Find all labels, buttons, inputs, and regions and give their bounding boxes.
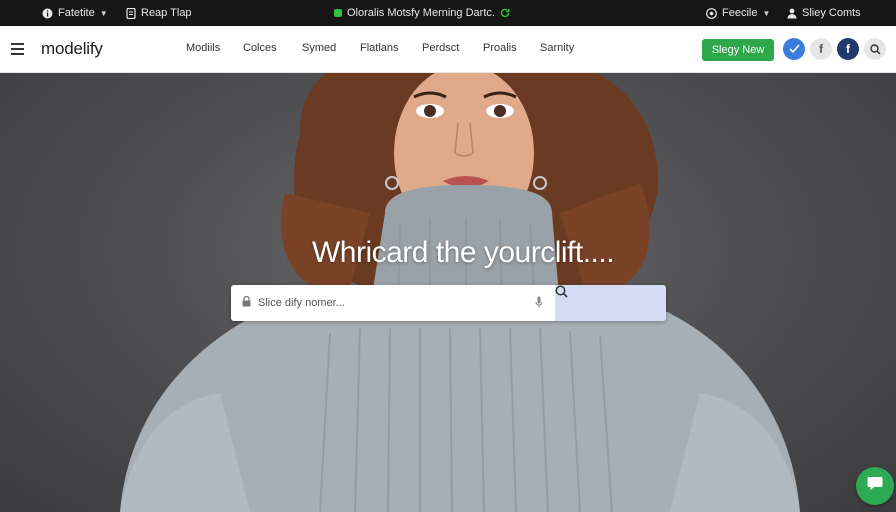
status-dot-icon (334, 9, 342, 17)
topbar-account-link[interactable]: Sliey Comts (787, 0, 861, 26)
twitter-icon[interactable] (783, 38, 805, 60)
document-icon (126, 7, 136, 19)
nav-link-perdsct[interactable]: Perdsct (422, 42, 459, 54)
chat-bubble-icon (867, 476, 883, 496)
topbar-reap-tlap-label: Reap Tlap (141, 7, 192, 19)
topbar-feecile-label: Feecile (722, 7, 758, 19)
nav-link-flatlans[interactable]: Flatlans (360, 42, 399, 54)
search-icon[interactable] (864, 38, 886, 60)
refresh-icon (500, 8, 510, 18)
search-button[interactable] (555, 285, 666, 321)
hero-section: Whricard the yourclift.... (0, 73, 896, 512)
top-utility-bar: Fatetite ▼ Reap Tlap Oloralis Motsfy Mer… (0, 0, 896, 26)
hamburger-menu-icon[interactable] (11, 43, 25, 55)
facebook-icon[interactable]: f (810, 38, 832, 60)
info-icon (42, 8, 53, 19)
globe-icon (706, 7, 717, 19)
nav-link-colces[interactable]: Colces (243, 42, 277, 54)
topbar-reap-tlap-link[interactable]: Reap Tlap (126, 0, 192, 26)
hero-search-bar (231, 285, 666, 321)
brand-logo[interactable]: modelify (41, 39, 103, 59)
hero-title: Whricard the yourclift.... (311, 236, 615, 269)
topbar-announcement-label: Oloralis Motsfy Merning Dartс. (347, 7, 495, 19)
search-input[interactable] (258, 285, 548, 321)
topbar-account-label: Sliey Comts (802, 7, 861, 19)
topbar-fatetite-menu[interactable]: Fatetite ▼ (42, 0, 108, 26)
chat-widget-button[interactable] (856, 467, 894, 505)
topbar-announcement[interactable]: Oloralis Motsfy Merning Dartс. (334, 0, 510, 26)
nav-link-sarnity[interactable]: Sarnity (540, 42, 574, 54)
topbar-fatetite-label: Fatetite (58, 7, 95, 19)
sign-up-button[interactable]: Slegy New (702, 39, 774, 61)
nav-link-symed[interactable]: Symed (302, 42, 336, 54)
facebook-icon[interactable]: f (837, 38, 859, 60)
chevron-down-icon: ▼ (762, 8, 771, 18)
nav-link-modiils[interactable]: Modiils (186, 42, 220, 54)
nav-link-proalis[interactable]: Proalis (483, 42, 517, 54)
user-icon (787, 8, 797, 19)
main-navbar: modelify Modiils Colces Symed Flatlans P… (0, 26, 896, 73)
topbar-feecile-menu[interactable]: Feecile ▼ (706, 0, 770, 26)
chevron-down-icon: ▼ (99, 8, 108, 18)
